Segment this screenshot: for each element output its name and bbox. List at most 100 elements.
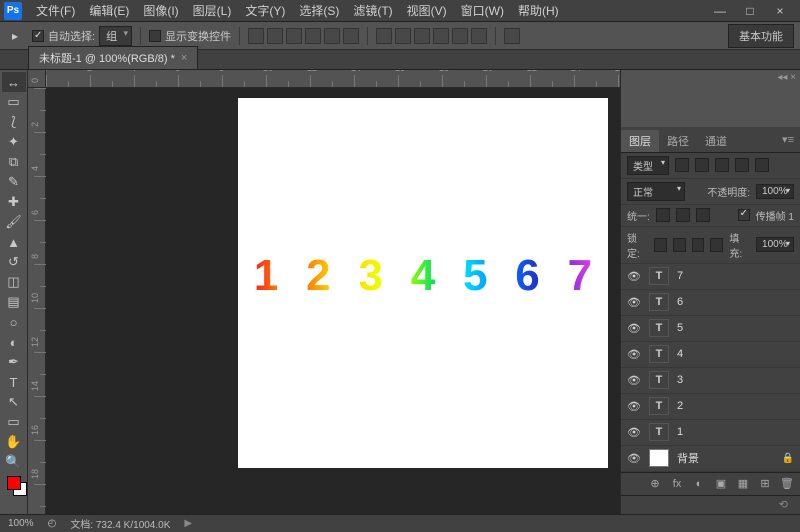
panel-collapse-icon[interactable]: ◂◂ × (777, 72, 796, 83)
tool-pen[interactable]: ✒ (2, 352, 26, 372)
maximize-button[interactable]: □ (740, 4, 760, 18)
visibility-icon[interactable]: 👁 (627, 322, 641, 335)
visibility-icon[interactable]: 👁 (627, 452, 641, 465)
align-button[interactable] (248, 28, 264, 44)
layer-row[interactable]: 👁T4 (621, 342, 800, 368)
filter-icon[interactable] (715, 158, 729, 172)
visibility-icon[interactable]: 👁 (627, 400, 641, 413)
panel-tab[interactable]: 通道 (697, 130, 735, 152)
layer-name[interactable]: 7 (677, 270, 683, 282)
visibility-icon[interactable]: 👁 (627, 270, 641, 283)
menu-item[interactable]: 编辑(E) (83, 0, 135, 21)
minimize-button[interactable]: — (710, 4, 730, 18)
layer-name[interactable]: 3 (677, 374, 683, 386)
filter-icon[interactable] (755, 158, 769, 172)
menu-item[interactable]: 滤镜(T) (347, 0, 398, 21)
layer-row[interactable]: 👁T2 (621, 394, 800, 420)
align-button[interactable] (267, 28, 283, 44)
distribute-button[interactable] (452, 28, 468, 44)
menu-item[interactable]: 文件(F) (30, 0, 81, 21)
lock-button[interactable] (710, 238, 723, 252)
layer-name[interactable]: 2 (677, 400, 683, 412)
workspace-button[interactable]: 基本功能 (728, 24, 794, 48)
tool-eyedropper[interactable]: ✎ (2, 172, 26, 192)
align-button[interactable] (343, 28, 359, 44)
tool-move[interactable]: ↔ (2, 72, 26, 92)
align-button[interactable] (324, 28, 340, 44)
status-icon[interactable]: ◴ (48, 518, 57, 529)
menu-item[interactable]: 文字(Y) (239, 0, 291, 21)
distribute-button[interactable] (395, 28, 411, 44)
tool-gradient[interactable]: ▤ (2, 292, 26, 312)
tool-path-select[interactable]: ↖ (2, 392, 26, 412)
menu-item[interactable]: 视图(V) (401, 0, 453, 21)
layer-name[interactable]: 背景 (677, 450, 699, 466)
tool-blur[interactable]: ○ (2, 312, 26, 332)
unify-button[interactable] (676, 208, 690, 222)
opacity-value[interactable]: 100% (756, 184, 794, 199)
distribute-button[interactable] (433, 28, 449, 44)
distribute-button[interactable] (376, 28, 392, 44)
layer-row[interactable]: 👁背景🔒 (621, 446, 800, 472)
panel-menu-icon[interactable]: ▾≡ (776, 130, 800, 152)
document-tab[interactable]: 未标题-1 @ 100%(RGB/8) * × (28, 46, 198, 69)
tool-dodge[interactable]: ◐ (2, 332, 26, 352)
panel-tab[interactable]: 路径 (659, 130, 697, 152)
tool-stamp[interactable]: ▲ (2, 232, 26, 252)
layer-action-button[interactable]: ⊕ (646, 476, 664, 492)
lock-button[interactable] (654, 238, 667, 252)
auto-select-dropdown[interactable]: 组 (99, 26, 132, 46)
lock-button[interactable] (673, 238, 686, 252)
show-transform-option[interactable]: 显示变换控件 (149, 28, 231, 44)
layer-action-button[interactable]: ▦ (734, 476, 752, 492)
visibility-icon[interactable]: 👁 (627, 348, 641, 361)
distribute-button[interactable] (414, 28, 430, 44)
close-button[interactable]: × (770, 4, 790, 18)
layer-row[interactable]: 👁T3 (621, 368, 800, 394)
layer-name[interactable]: 6 (677, 296, 683, 308)
layer-row[interactable]: 👁T1 (621, 420, 800, 446)
menu-item[interactable]: 图层(L) (187, 0, 238, 21)
visibility-icon[interactable]: 👁 (627, 426, 641, 439)
tool-history-brush[interactable]: ↺ (2, 252, 26, 272)
layer-action-button[interactable]: ◐ (690, 476, 708, 492)
auto-select-checkbox[interactable] (32, 30, 44, 42)
tool-hand[interactable]: ✋ (2, 432, 26, 452)
filter-icon[interactable] (675, 158, 689, 172)
tool-eraser[interactable]: ◫ (2, 272, 26, 292)
document-tab-close[interactable]: × (181, 52, 187, 64)
layer-action-button[interactable]: ⊞ (756, 476, 774, 492)
layer-row[interactable]: 👁T6 (621, 290, 800, 316)
canvas-area[interactable]: 02468101214161820222426 024681012141618 … (28, 70, 620, 514)
propagate-checkbox[interactable] (738, 209, 750, 221)
color-swatches[interactable] (7, 476, 21, 504)
menu-item[interactable]: 图像(I) (137, 0, 184, 21)
layer-name[interactable]: 1 (677, 426, 683, 438)
unify-button[interactable] (656, 208, 670, 222)
layer-action-button[interactable]: ▣ (712, 476, 730, 492)
align-button[interactable] (286, 28, 302, 44)
tool-shape[interactable]: ▭ (2, 412, 26, 432)
tool-type[interactable]: T (2, 372, 26, 392)
menu-item[interactable]: 帮助(H) (512, 0, 565, 21)
tool-brush[interactable]: 🖌 (2, 212, 26, 232)
foreground-color[interactable] (7, 476, 21, 490)
visibility-icon[interactable]: 👁 (627, 374, 641, 387)
status-menu-icon[interactable]: ▶ (184, 518, 192, 529)
tool-marquee[interactable]: ▭ (2, 92, 26, 112)
lock-button[interactable] (692, 238, 705, 252)
distribute-button[interactable] (471, 28, 487, 44)
layer-name[interactable]: 5 (677, 322, 683, 334)
auto-select-option[interactable]: 自动选择: 组 (32, 26, 132, 46)
layer-action-button[interactable]: fx (668, 476, 686, 492)
tool-wand[interactable]: ✦ (2, 132, 26, 152)
show-transform-checkbox[interactable] (149, 30, 161, 42)
menu-item[interactable]: 选择(S) (293, 0, 345, 21)
tool-zoom[interactable]: 🔍 (2, 452, 26, 472)
visibility-icon[interactable]: 👁 (627, 296, 641, 309)
filter-icon[interactable] (695, 158, 709, 172)
tool-crop[interactable]: ⧉ (2, 152, 26, 172)
layer-row[interactable]: 👁T5 (621, 316, 800, 342)
fill-value[interactable]: 100% (756, 237, 794, 252)
layer-name[interactable]: 4 (677, 348, 683, 360)
